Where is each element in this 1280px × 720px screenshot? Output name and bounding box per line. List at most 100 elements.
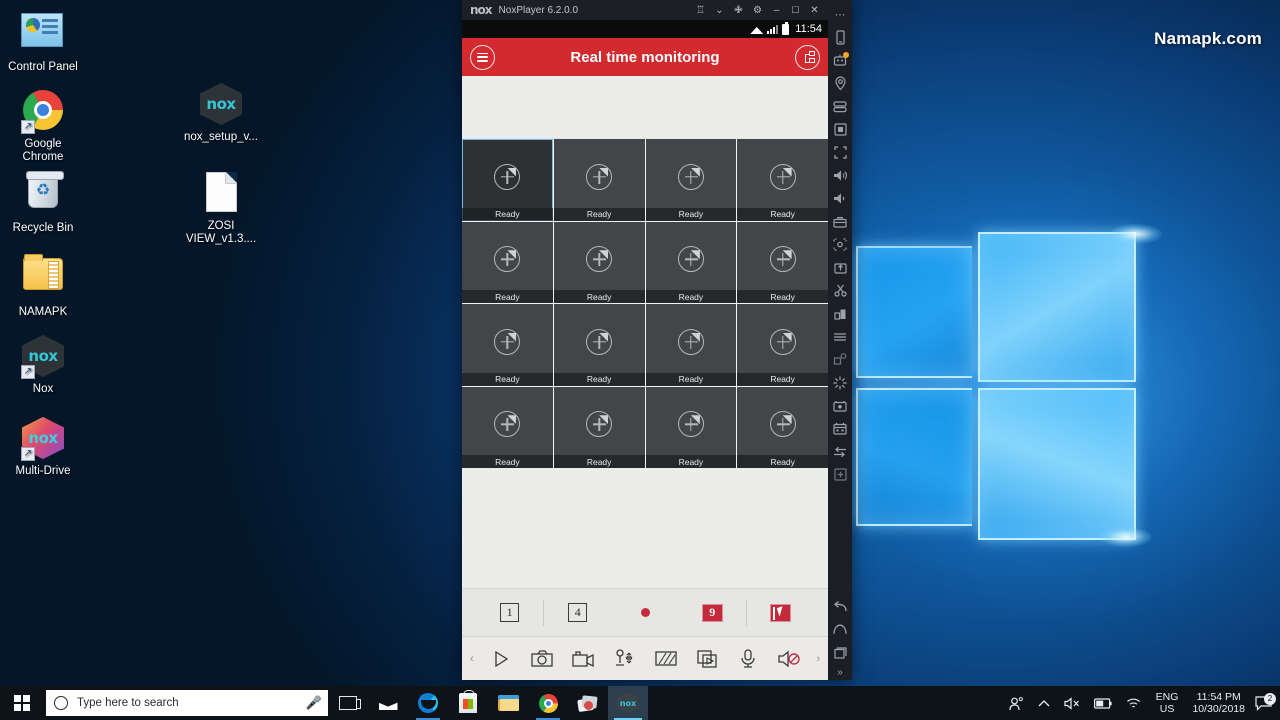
action-toolbar: ‹ › xyxy=(462,636,828,680)
desktop-icon-google-chrome[interactable]: ↗ Google Chrome xyxy=(0,88,86,164)
camera-cell[interactable]: Ready xyxy=(737,139,828,221)
gift-button[interactable]: ♖ xyxy=(691,0,710,20)
split-screen-icon[interactable] xyxy=(795,44,820,70)
search-input[interactable]: Type here to search 🎤 xyxy=(46,690,328,716)
recent-apps-icon[interactable] xyxy=(828,641,852,664)
wifi-icon[interactable] xyxy=(1119,686,1148,720)
video-record-icon[interactable] xyxy=(828,394,852,417)
corner-marker-icon xyxy=(782,415,792,425)
play-icon[interactable] xyxy=(480,637,521,681)
edge-button[interactable] xyxy=(408,686,448,720)
camera-icon[interactable] xyxy=(521,637,562,681)
camera-cell[interactable]: Ready xyxy=(553,304,645,386)
task-view-button[interactable] xyxy=(328,686,368,720)
camera-cell[interactable]: Ready xyxy=(462,221,553,303)
camera-cell[interactable]: Ready xyxy=(462,139,553,221)
desktop-icon-control-panel[interactable]: Control Panel xyxy=(0,8,86,74)
scroll-left-chevron-icon[interactable]: ‹ xyxy=(470,653,480,665)
camera-cell[interactable]: Ready xyxy=(553,221,645,303)
screenshot-icon[interactable] xyxy=(828,233,852,256)
chevron-down-button[interactable]: ⌄ xyxy=(710,0,729,20)
microphone-icon[interactable]: 🎤 xyxy=(306,695,322,711)
clock[interactable]: 11:54 PM 10/30/2018 xyxy=(1186,691,1255,715)
volume-muted-icon[interactable] xyxy=(1057,686,1087,720)
desktop-icon-multi-drive[interactable]: nox ↗ Multi-Drive xyxy=(0,416,86,478)
maximize-button[interactable]: ☐ xyxy=(786,0,805,20)
camera-cell[interactable]: Ready xyxy=(737,386,828,468)
settings-gear-button[interactable]: ⚙ xyxy=(748,0,767,20)
desktop-icon-nox-setup[interactable]: nox nox_setup_v... xyxy=(178,82,264,144)
desktop-icon-zosi-view[interactable]: ZOSI VIEW_v1.3.... xyxy=(178,170,264,246)
camera-cell[interactable]: Ready xyxy=(645,386,737,468)
minimize-button[interactable]: – xyxy=(767,0,786,20)
noxplayer-sidebar: ⋯ » xyxy=(828,0,852,680)
camera-grid[interactable]: Ready Ready Ready Ready Ready Ready Ready Ready… xyxy=(462,138,828,468)
home-icon[interactable] xyxy=(828,618,852,641)
chrome-button[interactable] xyxy=(528,686,568,720)
transfer-arrows-icon[interactable] xyxy=(828,440,852,463)
scissors-icon[interactable] xyxy=(828,279,852,302)
keymap-icon[interactable] xyxy=(828,348,852,371)
cursor-mode-button[interactable] xyxy=(747,603,814,622)
camera-cell[interactable]: Ready xyxy=(645,139,737,221)
record-button[interactable] xyxy=(611,608,678,617)
volume-up-icon[interactable] xyxy=(828,164,852,187)
camera-cell[interactable]: Ready xyxy=(737,304,828,386)
stripes-screen-icon[interactable] xyxy=(645,637,686,681)
noxplayer-taskbar-button[interactable]: nox xyxy=(608,686,648,720)
microsoft-store-button[interactable] xyxy=(448,686,488,720)
people-icon[interactable] xyxy=(1002,686,1031,720)
video-camera-icon[interactable] xyxy=(563,637,604,681)
camera-cell[interactable]: Ready xyxy=(645,221,737,303)
layers-icon[interactable] xyxy=(828,95,852,118)
playback-icon[interactable] xyxy=(686,637,727,681)
double-chevron-icon[interactable]: » xyxy=(828,664,852,680)
camera-cell[interactable]: Ready xyxy=(553,386,645,468)
camera-cell[interactable]: Ready xyxy=(737,221,828,303)
toolbox-icon[interactable] xyxy=(828,210,852,233)
noxplayer-titlebar[interactable]: nox NoxPlayer 6.2.0.0 ♖ ⌄ ✙ ⚙ – ☐ ✕ xyxy=(462,0,828,20)
wifi-icon xyxy=(750,24,763,34)
calendar-icon[interactable] xyxy=(828,417,852,440)
action-center-button[interactable]: 2 xyxy=(1255,692,1280,711)
battery-icon[interactable] xyxy=(1087,686,1119,720)
file-explorer-button[interactable] xyxy=(488,686,528,720)
robot-icon[interactable] xyxy=(828,49,852,72)
camera-cell[interactable]: Ready xyxy=(645,304,737,386)
back-arrow-icon[interactable] xyxy=(828,595,852,618)
ellipsis-icon[interactable]: ⋯ xyxy=(828,3,852,26)
app-body: Ready Ready Ready Ready Ready Ready Ready Ready… xyxy=(462,76,828,680)
phone-shake-icon[interactable] xyxy=(828,26,852,49)
layout-1-button[interactable]: 1 xyxy=(476,603,543,622)
volume-down-icon[interactable] xyxy=(828,187,852,210)
fullscreen-icon[interactable] xyxy=(828,141,852,164)
share-upload-icon[interactable] xyxy=(828,256,852,279)
pin-button[interactable]: ✙ xyxy=(729,0,748,20)
photos-button[interactable] xyxy=(568,686,608,720)
close-button[interactable]: ✕ xyxy=(805,0,824,20)
camera-cell[interactable]: Ready xyxy=(462,386,553,468)
sparkle-icon[interactable] xyxy=(828,371,852,394)
plus-square-icon[interactable] xyxy=(828,463,852,486)
hamburger-menu-icon[interactable] xyxy=(470,44,495,70)
location-pin-icon[interactable] xyxy=(828,72,852,95)
camera-cell[interactable]: Ready xyxy=(553,139,645,221)
microphone-icon[interactable] xyxy=(728,637,769,681)
speaker-muted-icon[interactable] xyxy=(769,637,810,681)
apk-box-icon[interactable] xyxy=(828,118,852,141)
language-indicator[interactable]: ENG US xyxy=(1148,691,1187,715)
scroll-right-chevron-icon[interactable]: › xyxy=(810,653,820,665)
show-hidden-icons-chevron[interactable] xyxy=(1031,686,1057,720)
camera-cell[interactable]: Ready xyxy=(462,304,553,386)
ptz-joystick-icon[interactable] xyxy=(604,637,645,681)
start-button[interactable] xyxy=(0,686,44,720)
bar-chart-icon[interactable] xyxy=(828,302,852,325)
layout-4-button[interactable]: 4 xyxy=(544,603,611,622)
noxplayer-window[interactable]: nox NoxPlayer 6.2.0.0 ♖ ⌄ ✙ ⚙ – ☐ ✕ 11:5… xyxy=(462,0,852,680)
layout-9-button[interactable]: 9 xyxy=(679,603,746,622)
desktop-icon-namapk-folder[interactable]: NAMAPK xyxy=(0,252,86,319)
menu-lines-icon[interactable] xyxy=(828,325,852,348)
mail-button[interactable] xyxy=(368,686,408,720)
desktop-icon-nox[interactable]: nox ↗ Nox xyxy=(0,334,86,396)
desktop-icon-recycle-bin[interactable]: Recycle Bin xyxy=(0,170,86,235)
